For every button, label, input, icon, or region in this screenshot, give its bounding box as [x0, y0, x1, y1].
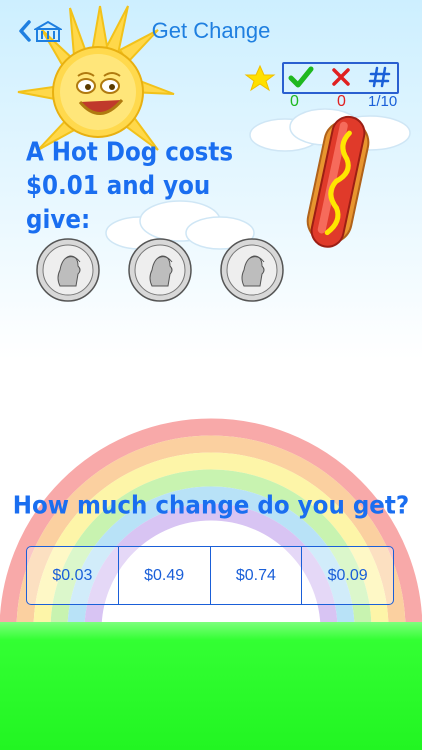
question-text: A Hot Dog costs $0.01 and you give: — [26, 136, 276, 237]
answer-button[interactable]: $0.49 — [119, 547, 211, 604]
quarter-coin-icon — [128, 238, 192, 302]
quarter-coin-icon — [36, 238, 100, 302]
question-line: give: — [26, 205, 91, 235]
answer-button[interactable]: $0.74 — [211, 547, 303, 604]
correct-count: 0 — [290, 93, 299, 110]
question-line: $0.01 and you — [26, 171, 211, 201]
question-line: A Hot Dog costs — [26, 138, 234, 168]
answer-button[interactable]: $0.03 — [27, 547, 119, 604]
top-bar: Get Change — [0, 0, 422, 60]
check-icon — [288, 66, 314, 88]
quarter-coin-icon — [220, 238, 284, 302]
x-icon — [332, 68, 350, 86]
hot-dog-icon — [306, 115, 370, 248]
score-panel: 0 0 1/10 — [244, 62, 414, 112]
page-title: Get Change — [151, 18, 271, 43]
change-prompt: How much change do you get? — [12, 491, 410, 521]
grass — [0, 622, 422, 750]
hash-icon — [368, 66, 391, 88]
answer-segmented-control: $0.03 $0.49 $0.74 $0.09 — [26, 546, 394, 605]
answer-button[interactable]: $0.09 — [302, 547, 393, 604]
star-icon — [244, 64, 276, 92]
wrong-count: 0 — [337, 93, 346, 110]
question-progress: 1/10 — [368, 93, 398, 110]
